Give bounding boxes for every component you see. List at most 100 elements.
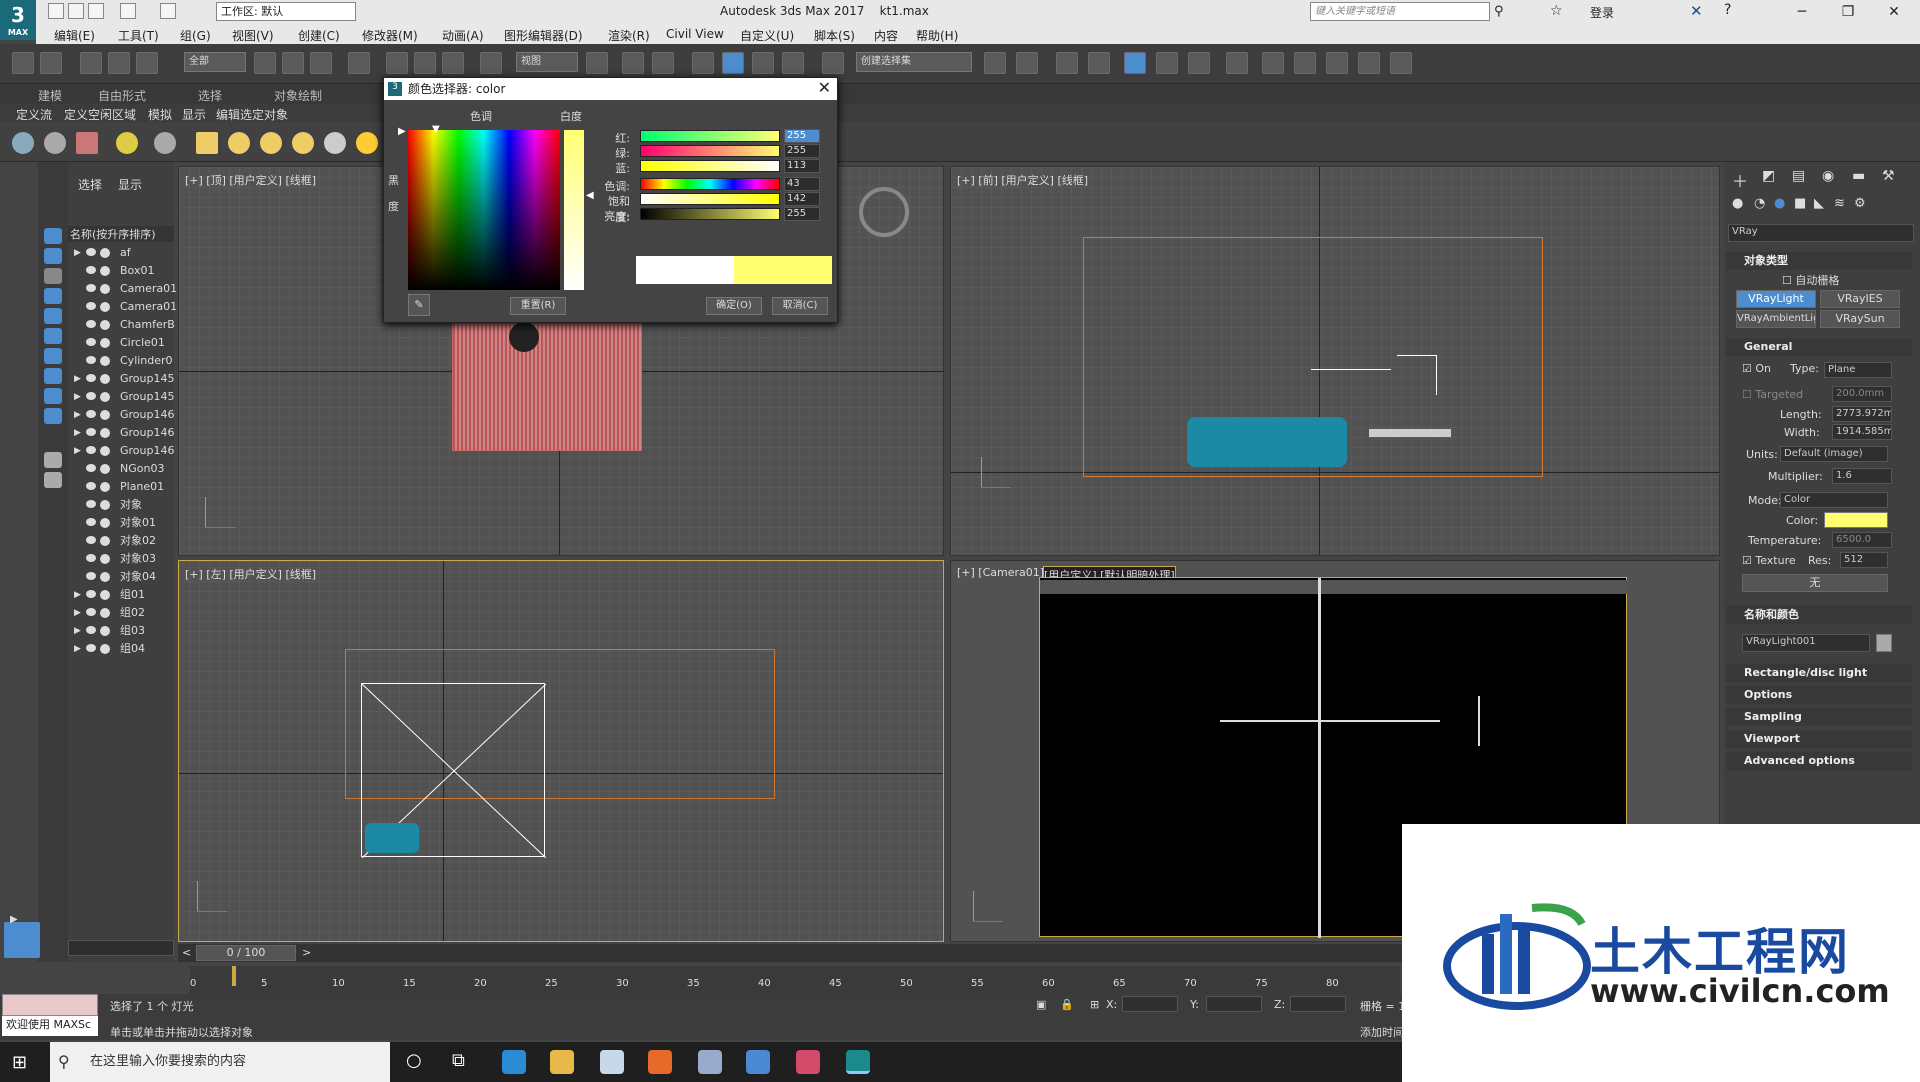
- explorer-row[interactable]: Camera01: [68, 280, 177, 298]
- slider-value-input[interactable]: 255: [784, 144, 820, 158]
- freeze-icon[interactable]: [100, 536, 110, 546]
- redo-icon[interactable]: [160, 3, 176, 19]
- open-file-icon[interactable]: [68, 3, 84, 19]
- freeze-icon[interactable]: [100, 464, 110, 474]
- explorer-row[interactable]: 对象04: [68, 568, 174, 586]
- subtab-define-idle[interactable]: 定义空闲区域: [64, 106, 136, 123]
- app-icon[interactable]: [698, 1050, 722, 1074]
- slider-value-input[interactable]: 43: [784, 177, 820, 191]
- explorer-row[interactable]: ▶ 组04: [68, 640, 174, 658]
- link-icon[interactable]: [80, 52, 102, 74]
- display-geometry-icon[interactable]: [44, 248, 62, 264]
- teapot-icon[interactable]: [12, 132, 34, 154]
- color-slider[interactable]: [640, 130, 780, 142]
- hue-marker-icon[interactable]: ▼: [432, 124, 440, 135]
- mesh-light-icon[interactable]: [292, 132, 314, 154]
- menu-graph-editors[interactable]: 图形编辑器(D): [504, 27, 583, 44]
- display-helpers-icon[interactable]: [44, 308, 62, 324]
- menu-modifiers[interactable]: 修改器(M): [362, 27, 418, 44]
- lights-icon[interactable]: ●: [1774, 196, 1785, 211]
- section-options[interactable]: Options: [1726, 686, 1912, 704]
- expand-arrow-icon[interactable]: ▶: [74, 586, 81, 604]
- section-viewport[interactable]: Viewport: [1726, 730, 1912, 748]
- display-xrefs-icon[interactable]: [44, 408, 62, 424]
- freeze-icon[interactable]: [100, 446, 110, 456]
- help-icon[interactable]: ?: [1724, 2, 1731, 18]
- explorer-row[interactable]: ▶ Group145: [68, 388, 174, 406]
- window-crossing-icon[interactable]: [348, 52, 370, 74]
- create-tab-icon[interactable]: ＋: [1732, 168, 1748, 192]
- spacewarps-icon[interactable]: ≋: [1834, 196, 1845, 211]
- vrayies-button[interactable]: VRayIES: [1820, 290, 1900, 308]
- tab-modeling[interactable]: 建模: [38, 87, 62, 104]
- visibility-eye-icon[interactable]: [86, 428, 96, 436]
- expand-arrow-icon[interactable]: ▶: [74, 406, 81, 424]
- freeze-icon[interactable]: [100, 338, 110, 348]
- visibility-eye-icon[interactable]: [86, 464, 96, 472]
- visibility-eye-icon[interactable]: [86, 446, 96, 454]
- spot-light-icon[interactable]: [324, 132, 346, 154]
- viewport-label-camera[interactable]: [+] [Camera01]: [957, 566, 1044, 579]
- whiteness-bar[interactable]: [564, 130, 584, 290]
- close-icon[interactable]: ✕: [818, 78, 831, 97]
- track-bar[interactable]: 0 5 10 15 20 25 30 35 40 45 50 55 60 65 70 75 80: [190, 966, 1400, 994]
- time-slider[interactable]: < 0 / 100 >: [178, 944, 1402, 962]
- viewport-label[interactable]: [+] [顶] [用户定义] [线框]: [185, 172, 316, 188]
- visibility-eye-icon[interactable]: [86, 392, 96, 400]
- save-icon[interactable]: [88, 3, 104, 19]
- sphere-light-icon[interactable]: [260, 132, 282, 154]
- visibility-eye-icon[interactable]: [86, 518, 96, 526]
- ref-coord-dropdown[interactable]: 视图: [516, 52, 578, 72]
- freeze-icon[interactable]: [100, 248, 110, 258]
- close-button[interactable]: ✕: [1874, 2, 1914, 22]
- explorer-row[interactable]: ▶ 组03: [68, 622, 174, 640]
- explorer-row[interactable]: ▶ Group146: [68, 424, 174, 442]
- texture-map-button[interactable]: 无: [1742, 574, 1888, 592]
- app-logo[interactable]: 3 MAX: [0, 0, 36, 40]
- visibility-eye-icon[interactable]: [86, 248, 96, 256]
- rotate-icon[interactable]: [414, 52, 436, 74]
- undo-icon[interactable]: [12, 52, 34, 74]
- viewport-label[interactable]: [+] [左] [用户定义] [线框]: [185, 566, 316, 582]
- next-frame-icon[interactable]: >: [302, 946, 311, 959]
- reset-button[interactable]: 重置(R): [510, 297, 566, 315]
- file-explorer-icon[interactable]: [550, 1050, 574, 1074]
- visibility-eye-icon[interactable]: [86, 608, 96, 616]
- modify-tab-icon[interactable]: ◩: [1762, 168, 1775, 184]
- systems-icon[interactable]: ⚙: [1854, 196, 1866, 211]
- type-dropdown[interactable]: Plane: [1824, 362, 1892, 378]
- multiplier-input[interactable]: 1.6: [1832, 468, 1892, 484]
- subtab-simulate[interactable]: 模拟: [148, 106, 172, 123]
- frame-counter[interactable]: 0 / 100: [196, 945, 296, 961]
- section-name-color[interactable]: 名称和颜色: [1726, 606, 1912, 624]
- explorer-scrollbar[interactable]: [68, 940, 174, 956]
- time-marker[interactable]: [232, 966, 236, 986]
- freeze-icon[interactable]: [100, 644, 110, 654]
- explorer-row[interactable]: ▶ Group146: [68, 406, 174, 424]
- align-icon[interactable]: [1016, 52, 1038, 74]
- tab-freeform[interactable]: 自由形式: [98, 87, 146, 104]
- auto-grid-checkbox[interactable]: ☐ 自动栅格: [1782, 272, 1839, 288]
- vraysun-button[interactable]: VRaySun: [1820, 310, 1900, 328]
- freeze-icon[interactable]: [100, 320, 110, 330]
- lock-icon[interactable]: 🔒: [1060, 998, 1074, 1011]
- visibility-eye-icon[interactable]: [86, 320, 96, 328]
- menu-animation[interactable]: 动画(A): [442, 27, 484, 44]
- render-icon[interactable]: [1326, 52, 1348, 74]
- rendered-frame-icon[interactable]: [1294, 52, 1316, 74]
- units-dropdown[interactable]: Default (image): [1780, 446, 1888, 462]
- place-icon[interactable]: [480, 52, 502, 74]
- visibility-eye-icon[interactable]: [86, 500, 96, 508]
- explorer-header[interactable]: 名称(按升序排序): [68, 226, 174, 242]
- subtab-define-flow[interactable]: 定义流: [16, 106, 52, 123]
- x-coord-input[interactable]: [1122, 996, 1178, 1012]
- visibility-eye-icon[interactable]: [86, 482, 96, 490]
- snap-icon[interactable]: [692, 52, 714, 74]
- targeted-checkbox[interactable]: ☐ Targeted: [1742, 388, 1803, 401]
- isolate-icon[interactable]: ▣: [1036, 998, 1046, 1011]
- subtab-display[interactable]: 显示: [182, 106, 206, 123]
- viewport-left[interactable]: [+] [左] [用户定义] [线框]: [178, 560, 944, 942]
- renderer-dropdown[interactable]: VRay: [1728, 224, 1914, 242]
- windows-start-icon[interactable]: ⊞: [12, 1052, 27, 1073]
- res-input[interactable]: 512: [1840, 552, 1888, 568]
